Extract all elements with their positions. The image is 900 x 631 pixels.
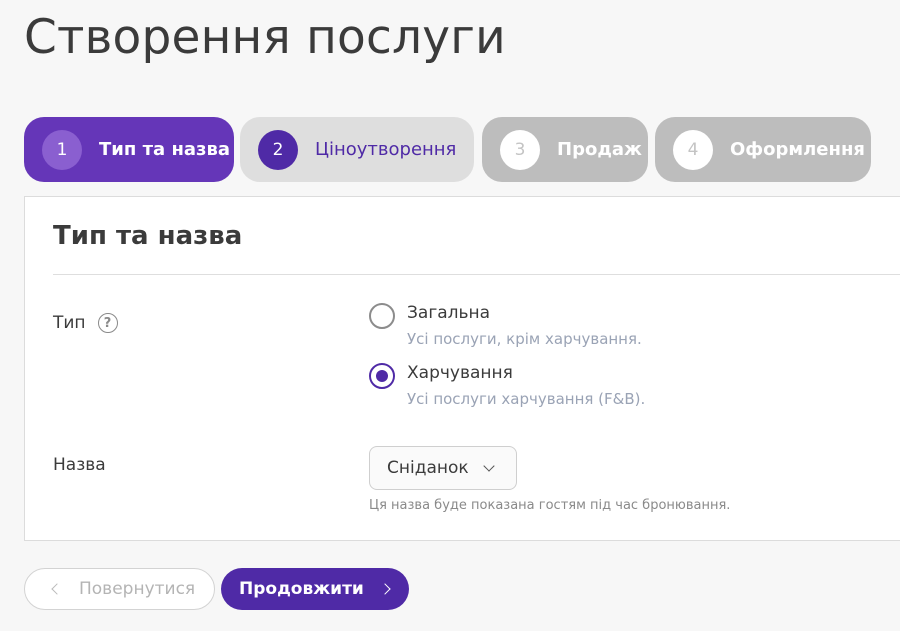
radio-button[interactable] (369, 303, 395, 329)
chevron-left-icon (51, 583, 63, 595)
name-select-value: Сніданок (387, 458, 469, 478)
step-label: Ціноутворення (315, 139, 457, 160)
step-number: 2 (258, 129, 298, 170)
page-title: Створення послуги (24, 10, 506, 65)
type-field-label: Тип ? (53, 313, 118, 333)
step-number: 4 (673, 129, 713, 170)
name-field-label: Назва (53, 455, 106, 475)
radio-option-food[interactable]: Харчування Усі послуги харчування (F&B). (369, 361, 789, 413)
step-number: 3 (500, 129, 540, 170)
step-sales: 3 Продаж (482, 117, 648, 182)
back-button[interactable]: Повернутися (24, 568, 215, 610)
divider (53, 274, 900, 275)
radio-option-general[interactable]: Загальна Усі послуги, крім харчування. (369, 301, 789, 353)
continue-button-label: Продовжити (239, 579, 364, 599)
question-circle-icon[interactable]: ? (97, 313, 118, 333)
name-select[interactable]: Сніданок (369, 446, 517, 490)
radio-description: Усі послуги харчування (F&B). (407, 390, 646, 408)
step-label: Тип та назва (99, 139, 231, 160)
step-label: Оформлення (730, 139, 865, 160)
radio-button[interactable] (369, 363, 395, 389)
step-pricing[interactable]: 2 Ціноутворення (240, 117, 474, 182)
step-label: Продаж (557, 139, 642, 160)
type-label-text: Тип (53, 313, 86, 333)
radio-title: Загальна (407, 303, 491, 323)
step-number: 1 (42, 129, 82, 170)
name-hint: Ця назва буде показана гостям під час бр… (369, 498, 731, 513)
radio-title: Харчування (407, 363, 513, 383)
step-design: 4 Оформлення (655, 117, 871, 182)
card-title: Тип та назва (53, 221, 243, 251)
chevron-down-icon (483, 460, 495, 472)
step-type-and-name[interactable]: 1 Тип та назва (24, 117, 234, 182)
continue-button[interactable]: Продовжити (221, 568, 409, 610)
back-button-label: Повернутися (79, 579, 196, 599)
radio-description: Усі послуги, крім харчування. (407, 330, 642, 348)
chevron-right-icon (379, 583, 391, 595)
form-card: Тип та назва Тип ? Загальна Усі послуги,… (24, 196, 900, 541)
